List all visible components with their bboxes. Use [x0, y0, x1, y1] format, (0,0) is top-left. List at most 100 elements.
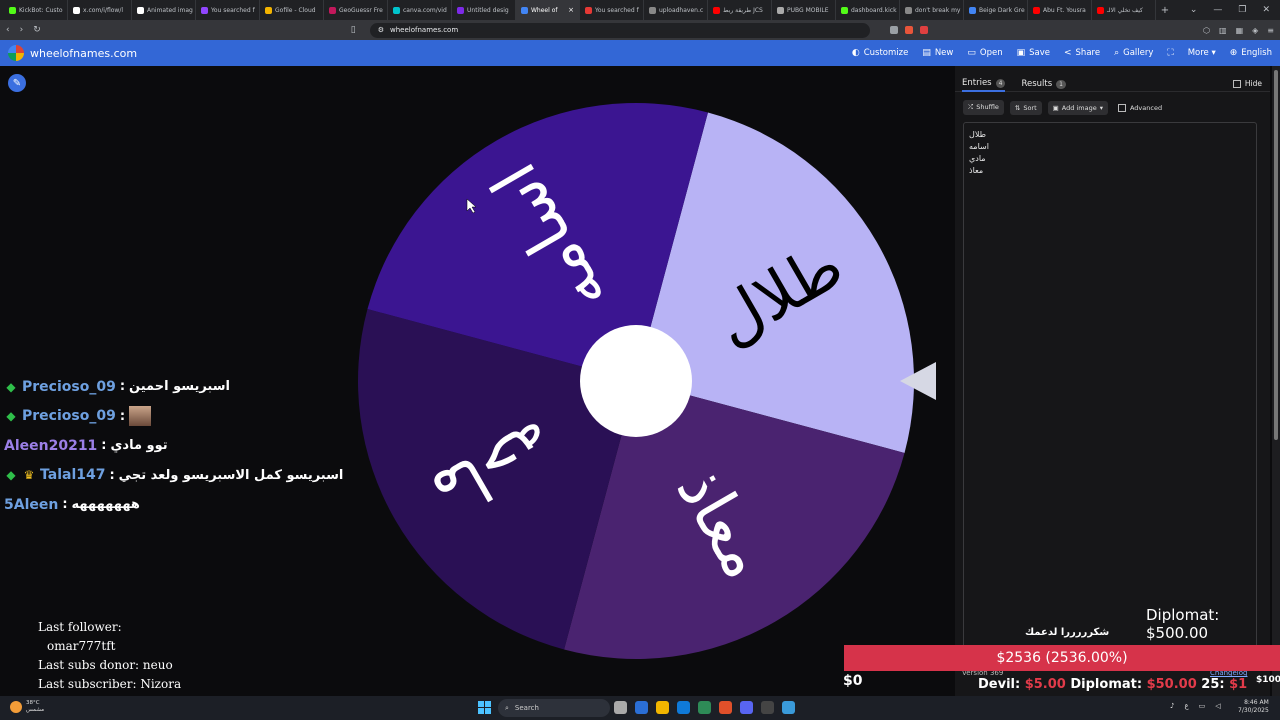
edge-icon[interactable] — [677, 701, 690, 714]
menu-new-button[interactable]: ▤ New — [922, 48, 953, 58]
entries-panel: Entries 4 Results 1 Hide ⤮ Shuffle ⇅ Sort … — [955, 66, 1270, 696]
wheel-logo-icon[interactable] — [8, 45, 24, 61]
wheel-center-button[interactable] — [580, 325, 692, 437]
obs-icon[interactable] — [761, 701, 774, 714]
weather-widget[interactable]: 38°C مشمس — [10, 700, 44, 714]
menu-save-button[interactable]: ▣ Save — [1017, 48, 1050, 58]
vpn-icon[interactable]: ◈ — [1252, 26, 1258, 35]
browser-tab[interactable]: dashboard.kick — [836, 0, 900, 20]
discord-icon[interactable] — [740, 701, 753, 714]
close-window-icon[interactable]: ✕ — [1262, 5, 1270, 15]
copilot-icon[interactable] — [635, 701, 648, 714]
browser-tab[interactable]: Untitled desig — [452, 0, 516, 20]
extensions-icon[interactable]: ⬡ — [1203, 26, 1210, 35]
brave-shield-icon[interactable] — [904, 26, 913, 34]
last-subscriber: Last subscriber: Nizora — [38, 677, 182, 691]
add-image-button[interactable]: ▣ Add image ▾ — [1047, 100, 1108, 115]
menu-icon: ⌕ — [1114, 48, 1120, 58]
mic-icon[interactable]: ♪ — [1170, 702, 1174, 710]
brave-rewards-icon[interactable] — [919, 26, 928, 34]
menu-gallery-button[interactable]: ⌕ Gallery — [1114, 48, 1153, 58]
tab-results[interactable]: Results 1 — [1021, 76, 1066, 92]
menu-fullscreen-button[interactable]: ⛶ — [1167, 48, 1173, 58]
hide-toggle[interactable]: Hide — [1232, 76, 1262, 91]
browser-tab[interactable]: PUBG MOBILE — [772, 0, 836, 20]
share-page-icon[interactable] — [889, 26, 898, 34]
back-icon[interactable]: ‹ — [6, 25, 10, 35]
advanced-checkbox[interactable] — [1117, 103, 1126, 112]
menu-icon: ◐ — [851, 48, 860, 58]
site-info-icon[interactable]: ⚙ — [378, 26, 384, 34]
network-icon[interactable]: ▭ — [1199, 702, 1206, 710]
browser-tab[interactable]: You searched f — [196, 0, 260, 20]
task-view-icon[interactable] — [614, 701, 627, 714]
forward-icon[interactable]: › — [20, 25, 24, 35]
sun-icon — [10, 701, 22, 713]
browser-tab[interactable]: GeoGuessr Fre — [324, 0, 388, 20]
search-icon: ⌕ — [505, 703, 509, 712]
browser-tab[interactable]: uploadhaven.c — [644, 0, 708, 20]
advanced-toggle[interactable]: Advanced — [1117, 103, 1162, 112]
new-tab-button[interactable]: + — [1156, 5, 1174, 16]
browser-tab[interactable]: x.com/i/flow/l — [68, 0, 132, 20]
volume-icon[interactable]: ◁ — [1215, 702, 1220, 710]
taskbar-clock[interactable]: 8:46 AM 7/30/2025 — [1238, 699, 1269, 715]
menu-icon[interactable]: ≡ — [1267, 26, 1274, 35]
close-tab-icon[interactable]: × — [568, 6, 574, 14]
sort-button[interactable]: ⇅ Sort — [1009, 100, 1042, 115]
entry-line: طلال — [969, 130, 986, 139]
browser-tab[interactable]: Beige Dark Gre — [964, 0, 1028, 20]
tab-entries[interactable]: Entries 4 — [962, 76, 1006, 92]
entries-textarea[interactable]: طلال اسامه مادي معاذ — [963, 122, 1257, 662]
url-field[interactable]: ⚙ wheelofnames.com — [369, 22, 870, 38]
brave-icon[interactable] — [719, 701, 732, 714]
maximize-icon[interactable]: ❐ — [1238, 5, 1246, 15]
menu-open-button[interactable]: ▭ Open — [967, 48, 1002, 58]
browser-tab[interactable]: don't break my — [900, 0, 964, 20]
browser-tab[interactable]: Animated imag — [132, 0, 196, 20]
scrollbar-thumb[interactable] — [1274, 70, 1278, 440]
taskbar-apps — [614, 701, 795, 714]
menu-label: English — [1241, 48, 1272, 58]
chat-username: Precioso_09 — [22, 408, 116, 425]
browser-tab[interactable]: canva.com/vid — [388, 0, 452, 20]
menu-share-button[interactable]: < Share — [1064, 48, 1100, 58]
bookmark-icon[interactable]: ▯ — [351, 25, 356, 35]
page-scrollbar[interactable] — [1272, 66, 1280, 696]
file-explorer-icon[interactable] — [656, 701, 669, 714]
windows-start-icon[interactable] — [478, 701, 491, 714]
tab-favicon-icon — [585, 6, 592, 14]
wallet-icon[interactable]: ▦ — [1236, 26, 1244, 35]
browser-tab[interactable]: Gofile - Cloud — [260, 0, 324, 20]
browser-tab[interactable]: Abu Ft. Yousra — [1028, 0, 1092, 20]
menu-more-button[interactable]: More ▾ — [1188, 48, 1216, 58]
sidebar-icon[interactable]: ▥ — [1219, 26, 1227, 35]
tab-search-icon[interactable]: ⌄ — [1190, 5, 1198, 15]
shuffle-button[interactable]: ⤮ Shuffle — [963, 100, 1004, 115]
reload-icon[interactable]: ↻ — [33, 25, 41, 35]
taskbar-search[interactable]: ⌕ Search — [498, 699, 610, 717]
notepad-icon[interactable] — [782, 701, 795, 714]
browser-tab[interactable]: طريقة ربط JCS — [708, 0, 772, 20]
site-name[interactable]: wheelofnames.com — [30, 47, 137, 60]
minimize-icon[interactable]: — — [1213, 5, 1222, 15]
panel-tabs: Entries 4 Results 1 Hide — [955, 66, 1270, 92]
browser-tab[interactable]: KickBot: Custo — [4, 0, 68, 20]
menu-english-button[interactable]: ⊕ English — [1230, 48, 1272, 58]
browser-tab[interactable]: كيف تخلي الالـ — [1092, 0, 1156, 20]
chat-message: ◆ Precioso_09: — [4, 402, 343, 432]
diamond-badge-icon: ◆ — [6, 468, 16, 483]
store-icon[interactable] — [698, 701, 711, 714]
chat-separator: : — [109, 467, 115, 483]
chat-username: Talal147 — [40, 467, 106, 484]
hide-checkbox[interactable] — [1232, 79, 1241, 88]
chat-message: ◆ ♛ Talal147: اسبريسو كمل الاسبريسو ولعد تج… — [4, 461, 343, 491]
image-icon: ▣ — [1052, 103, 1059, 112]
browser-tab[interactable]: You searched f — [580, 0, 644, 20]
ticker-donor: Diplomat: — [1070, 677, 1147, 692]
browser-tab[interactable]: Wheel of × — [516, 0, 580, 20]
chevron-down-icon: ▾ — [1099, 103, 1103, 112]
language-icon[interactable]: ع — [1184, 702, 1188, 710]
menu-customize-button[interactable]: ◐ Customize — [852, 48, 908, 58]
goal-start-amount: $0 — [843, 673, 863, 689]
